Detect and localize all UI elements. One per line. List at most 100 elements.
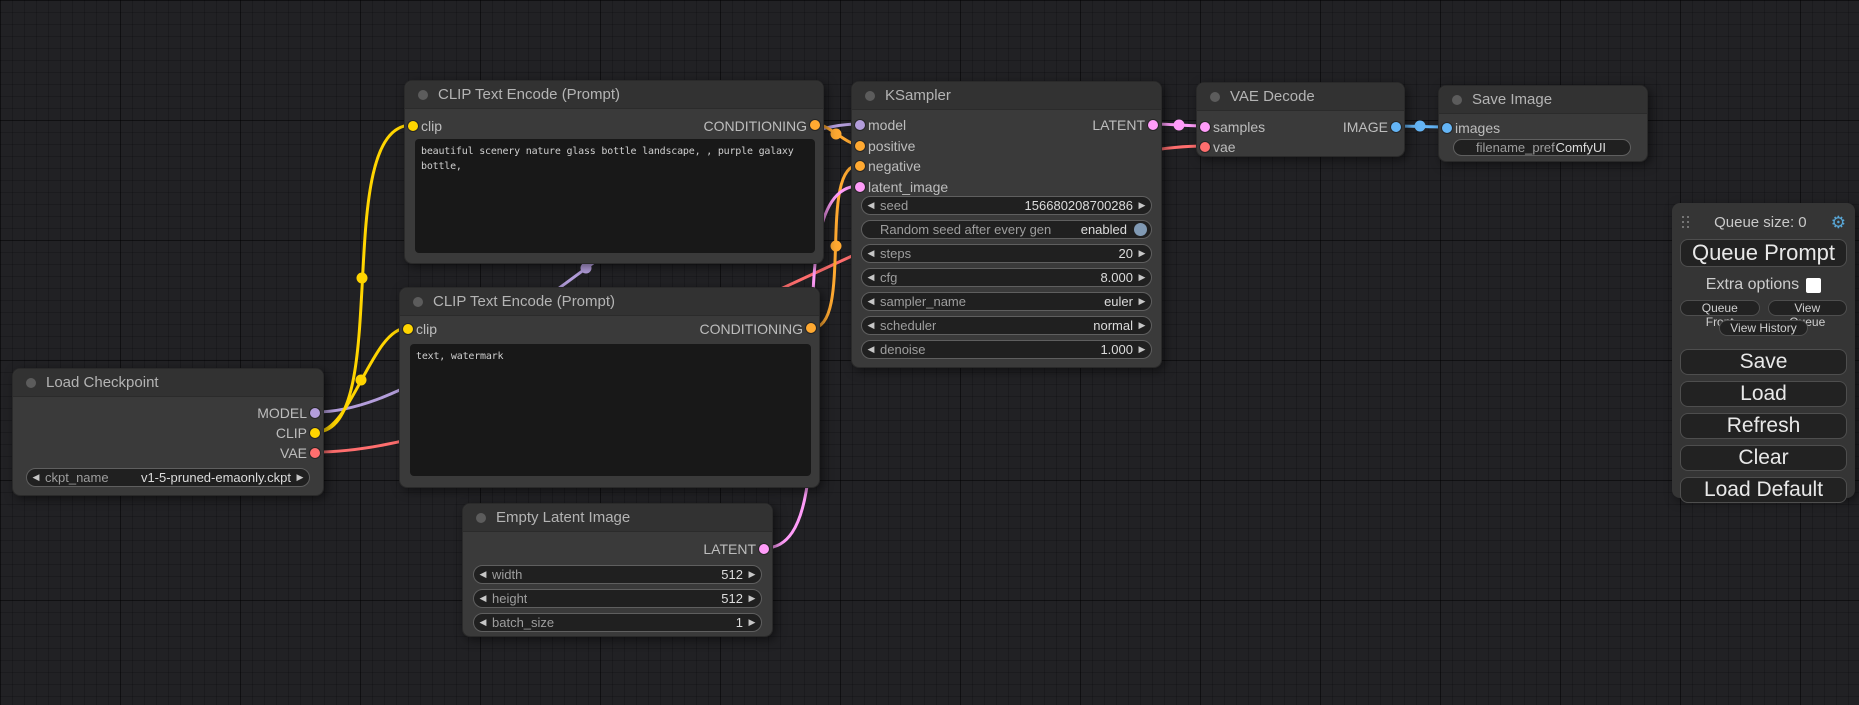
input-port-latent-image[interactable] xyxy=(855,182,865,192)
widget-value: 156680208700286 xyxy=(1025,198,1133,213)
view-queue-button[interactable]: View Queue xyxy=(1768,300,1848,316)
save-button[interactable]: Save xyxy=(1680,349,1847,375)
input-port-vae[interactable] xyxy=(1200,142,1210,152)
widget-cfg[interactable]: ◀ cfg 8.000 ▶ xyxy=(861,268,1152,287)
stepper-left-icon[interactable]: ◀ xyxy=(862,344,880,355)
stepper-right-icon[interactable]: ▶ xyxy=(1133,200,1151,211)
input-port-images[interactable] xyxy=(1442,123,1452,133)
node-title-bar[interactable]: CLIP Text Encode (Prompt) xyxy=(405,81,823,109)
stepper-left-icon[interactable]: ◀ xyxy=(862,200,880,211)
output-port-model[interactable] xyxy=(310,408,320,418)
output-port-image[interactable] xyxy=(1391,122,1401,132)
refresh-button[interactable]: Refresh xyxy=(1680,413,1847,439)
stepper-left-icon[interactable]: ◀ xyxy=(862,248,880,259)
view-history-button[interactable]: View History xyxy=(1719,320,1807,336)
collapse-dot-icon[interactable] xyxy=(476,513,486,523)
stepper-left-icon[interactable]: ◀ xyxy=(862,296,880,307)
stepper-left-icon[interactable]: ◀ xyxy=(474,593,492,604)
node-clip-text-encode-positive[interactable]: CLIP Text Encode (Prompt) clip CONDITION… xyxy=(404,80,824,264)
input-port-positive[interactable] xyxy=(855,141,865,151)
positive-prompt-textarea[interactable]: beautiful scenery nature glass bottle la… xyxy=(415,139,815,253)
drag-handle-icon[interactable] xyxy=(1682,216,1690,229)
collapse-dot-icon[interactable] xyxy=(1210,92,1220,102)
clear-button[interactable]: Clear xyxy=(1680,445,1847,471)
widget-scheduler[interactable]: ◀ scheduler normal ▶ xyxy=(861,316,1152,335)
node-title: Empty Latent Image xyxy=(496,509,630,526)
stepper-right-icon[interactable]: ▶ xyxy=(743,593,761,604)
stepper-left-icon[interactable]: ◀ xyxy=(27,472,45,483)
output-label-conditioning: CONDITIONING xyxy=(704,116,807,136)
output-port-clip[interactable] xyxy=(310,428,320,438)
widget-steps[interactable]: ◀ steps 20 ▶ xyxy=(861,244,1152,263)
widget-seed[interactable]: ◀ seed 156680208700286 ▶ xyxy=(861,196,1152,215)
widget-label: sampler_name xyxy=(880,294,966,309)
input-port-clip[interactable] xyxy=(408,121,418,131)
stepper-left-icon[interactable]: ◀ xyxy=(862,272,880,283)
extra-options-checkbox[interactable] xyxy=(1806,278,1821,293)
link-midpoint-dot xyxy=(357,273,368,284)
collapse-dot-icon[interactable] xyxy=(413,297,423,307)
stepper-right-icon[interactable]: ▶ xyxy=(291,472,309,483)
widget-batch-size[interactable]: ◀ batch_size 1 ▶ xyxy=(473,613,762,632)
stepper-right-icon[interactable]: ▶ xyxy=(1133,248,1151,259)
stepper-right-icon[interactable]: ▶ xyxy=(743,617,761,628)
negative-prompt-textarea[interactable]: text, watermark xyxy=(410,344,811,476)
input-port-samples[interactable] xyxy=(1200,122,1210,132)
node-clip-text-encode-negative[interactable]: CLIP Text Encode (Prompt) clip CONDITION… xyxy=(399,287,820,488)
input-port-clip[interactable] xyxy=(403,324,413,334)
stepper-right-icon[interactable]: ▶ xyxy=(743,569,761,580)
output-label-clip: CLIP xyxy=(276,423,307,443)
collapse-dot-icon[interactable] xyxy=(865,91,875,101)
load-default-button[interactable]: Load Default xyxy=(1680,477,1847,503)
collapse-dot-icon[interactable] xyxy=(1452,95,1462,105)
node-ksampler[interactable]: KSampler model positive negative latent_… xyxy=(851,81,1162,368)
stepper-right-icon[interactable]: ▶ xyxy=(1133,320,1151,331)
widget-ckpt-name[interactable]: ◀ ckpt_name v1-5-pruned-emaonly.ckpt ▶ xyxy=(26,468,310,487)
node-title: CLIP Text Encode (Prompt) xyxy=(433,293,615,310)
node-title-bar[interactable]: CLIP Text Encode (Prompt) xyxy=(400,288,819,316)
stepper-left-icon[interactable]: ◀ xyxy=(862,320,880,331)
stepper-right-icon[interactable]: ▶ xyxy=(1133,272,1151,283)
node-title-bar[interactable]: Save Image xyxy=(1439,86,1647,114)
stepper-left-icon[interactable]: ◀ xyxy=(474,617,492,628)
output-port-vae[interactable] xyxy=(310,448,320,458)
toggle-on-icon[interactable] xyxy=(1134,223,1147,236)
input-port-model[interactable] xyxy=(855,120,865,130)
collapse-dot-icon[interactable] xyxy=(26,378,36,388)
node-vae-decode[interactable]: VAE Decode samples vae IMAGE xyxy=(1196,82,1405,157)
link-midpoint-dot xyxy=(1415,121,1426,132)
node-save-image[interactable]: Save Image images filename_prefix ComfyU… xyxy=(1438,85,1648,162)
widget-label: ckpt_name xyxy=(45,470,109,485)
queue-prompt-button[interactable]: Queue Prompt xyxy=(1680,239,1847,267)
stepper-right-icon[interactable]: ▶ xyxy=(1133,296,1151,307)
output-port-latent[interactable] xyxy=(759,544,769,554)
output-port-conditioning[interactable] xyxy=(806,323,816,333)
node-title-bar[interactable]: Empty Latent Image xyxy=(463,504,772,532)
node-empty-latent-image[interactable]: Empty Latent Image LATENT ◀ width 512 ▶ … xyxy=(462,503,773,637)
node-title: VAE Decode xyxy=(1230,88,1315,105)
node-title-bar[interactable]: VAE Decode xyxy=(1197,83,1404,111)
widget-denoise[interactable]: ◀ denoise 1.000 ▶ xyxy=(861,340,1152,359)
node-title-bar[interactable]: KSampler xyxy=(852,82,1161,110)
widget-filename-prefix[interactable]: filename_prefix ComfyUI xyxy=(1453,139,1631,156)
widget-height[interactable]: ◀ height 512 ▶ xyxy=(473,589,762,608)
widget-width[interactable]: ◀ width 512 ▶ xyxy=(473,565,762,584)
widget-sampler-name[interactable]: ◀ sampler_name euler ▶ xyxy=(861,292,1152,311)
queue-front-button[interactable]: Queue Front xyxy=(1680,300,1760,316)
input-port-negative[interactable] xyxy=(855,161,865,171)
node-title-bar[interactable]: Load Checkpoint xyxy=(13,369,323,397)
widget-value: 8.000 xyxy=(1100,270,1133,285)
output-port-conditioning[interactable] xyxy=(810,120,820,130)
node-graph-canvas[interactable]: Load Checkpoint MODEL CLIP VAE ◀ ckpt_na… xyxy=(0,0,1859,705)
node-load-checkpoint[interactable]: Load Checkpoint MODEL CLIP VAE ◀ ckpt_na… xyxy=(12,368,324,496)
widget-random-seed-toggle[interactable]: Random seed after every gen enabled xyxy=(861,220,1152,239)
output-port-latent[interactable] xyxy=(1148,120,1158,130)
stepper-right-icon[interactable]: ▶ xyxy=(1133,344,1151,355)
widget-value: v1-5-pruned-emaonly.ckpt xyxy=(141,470,291,485)
collapse-dot-icon[interactable] xyxy=(418,90,428,100)
input-label-samples: samples xyxy=(1213,117,1265,137)
stepper-left-icon[interactable]: ◀ xyxy=(474,569,492,580)
load-button[interactable]: Load xyxy=(1680,381,1847,407)
gear-icon[interactable]: ⚙ xyxy=(1831,214,1846,231)
widget-label: denoise xyxy=(880,342,926,357)
